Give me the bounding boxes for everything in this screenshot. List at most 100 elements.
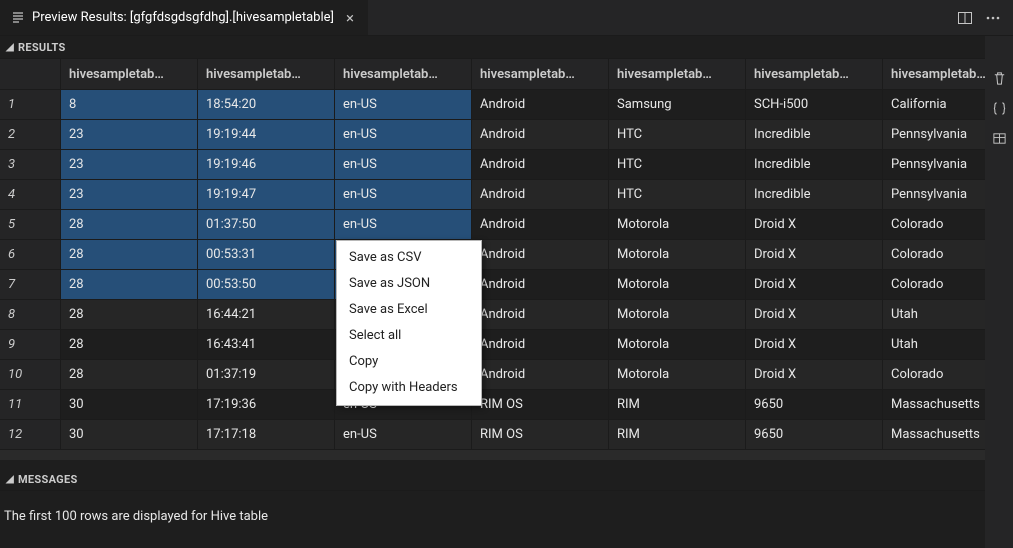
table-row[interactable]: 42319:19:47en-USAndroidHTCIncrediblePenn… [0, 180, 985, 210]
column-header[interactable]: hivesampletab… [472, 59, 609, 90]
table-cell[interactable]: 00:53:50 [198, 270, 335, 300]
table-row[interactable]: 62800:53:31en-USAndroidMotorolaDroid XCo… [0, 240, 985, 270]
table-cell[interactable]: Android [472, 270, 609, 300]
table-row[interactable]: 102801:37:19en-USAndroidMotorolaDroid XC… [0, 360, 985, 390]
table-cell[interactable]: en-US [335, 180, 472, 210]
table-row[interactable]: 22319:19:44en-USAndroidHTCIncrediblePenn… [0, 120, 985, 150]
table-cell[interactable]: Colorado [883, 210, 986, 240]
row-number[interactable]: 7 [0, 270, 61, 300]
rownum-header[interactable] [0, 59, 61, 90]
table-cell[interactable]: Utah [883, 330, 986, 360]
context-menu-item[interactable]: Copy with Headers [337, 375, 481, 401]
table-cell[interactable]: Colorado [883, 240, 986, 270]
table-row[interactable]: 82816:44:21en-USAndroidMotorolaDroid XUt… [0, 300, 985, 330]
table-cell[interactable]: 28 [61, 270, 198, 300]
context-menu-item[interactable]: Select all [337, 323, 481, 349]
table-cell[interactable]: Pennsylvania [883, 180, 986, 210]
table-cell[interactable]: Motorola [609, 240, 746, 270]
table-cell[interactable]: Incredible [746, 180, 883, 210]
active-tab[interactable]: Preview Results: [gfgfdsgdsgfdhg].[hives… [0, 0, 369, 35]
table-cell[interactable]: Massachusetts [883, 390, 986, 420]
column-header[interactable]: hivesampletab… [61, 59, 198, 90]
table-cell[interactable]: Pennsylvania [883, 150, 986, 180]
table-cell[interactable]: 01:37:50 [198, 210, 335, 240]
split-editor-icon[interactable] [951, 4, 979, 32]
table-cell[interactable]: Pennsylvania [883, 120, 986, 150]
table-cell[interactable]: 19:19:46 [198, 150, 335, 180]
row-number[interactable]: 6 [0, 240, 61, 270]
row-number[interactable]: 1 [0, 90, 61, 120]
column-header[interactable]: hivesampletab… [746, 59, 883, 90]
table-cell[interactable]: Motorola [609, 330, 746, 360]
table-cell[interactable]: Android [472, 300, 609, 330]
row-number[interactable]: 3 [0, 150, 61, 180]
table-cell[interactable]: Colorado [883, 270, 986, 300]
row-number[interactable]: 11 [0, 390, 61, 420]
table-cell[interactable]: Droid X [746, 360, 883, 390]
table-cell[interactable]: 19:19:47 [198, 180, 335, 210]
messages-section-header[interactable]: ◢ MESSAGES [0, 468, 985, 491]
table-cell[interactable]: 30 [61, 420, 198, 450]
row-number[interactable]: 2 [0, 120, 61, 150]
table-cell[interactable]: en-US [335, 150, 472, 180]
table-cell[interactable]: Android [472, 120, 609, 150]
table-row[interactable]: 123017:17:18en-USRIM OSRIM9650Massachuse… [0, 420, 985, 450]
table-row[interactable]: 32319:19:46en-USAndroidHTCIncrediblePenn… [0, 150, 985, 180]
more-actions-icon[interactable] [979, 4, 1007, 32]
table-cell[interactable]: en-US [335, 420, 472, 450]
table-cell[interactable]: 8 [61, 90, 198, 120]
table-cell[interactable]: Motorola [609, 270, 746, 300]
row-number[interactable]: 8 [0, 300, 61, 330]
table-row[interactable]: 1818:54:20en-USAndroidSamsungSCH-i500Cal… [0, 90, 985, 120]
table-cell[interactable]: en-US [335, 120, 472, 150]
close-icon[interactable]: × [342, 10, 358, 26]
table-cell[interactable]: HTC [609, 120, 746, 150]
table-cell[interactable]: Massachusetts [883, 420, 986, 450]
row-number[interactable]: 5 [0, 210, 61, 240]
table-cell[interactable]: Droid X [746, 210, 883, 240]
table-row[interactable]: 113017:19:36en-USRIM OSRIM9650Massachuse… [0, 390, 985, 420]
table-cell[interactable]: 01:37:19 [198, 360, 335, 390]
table-cell[interactable]: 9650 [746, 390, 883, 420]
table-cell[interactable]: RIM [609, 390, 746, 420]
table-cell[interactable]: 28 [61, 210, 198, 240]
column-header[interactable]: hivesampletab… [335, 59, 472, 90]
table-cell[interactable]: Android [472, 90, 609, 120]
table-cell[interactable]: SCH-i500 [746, 90, 883, 120]
row-number[interactable]: 10 [0, 360, 61, 390]
trash-icon[interactable] [987, 66, 1011, 90]
table-cell[interactable]: 23 [61, 150, 198, 180]
table-cell[interactable]: en-US [335, 210, 472, 240]
table-cell[interactable]: Incredible [746, 120, 883, 150]
column-header[interactable]: hivesampletab… [198, 59, 335, 90]
table-cell[interactable]: Android [472, 330, 609, 360]
table-cell[interactable]: Motorola [609, 210, 746, 240]
table-cell[interactable]: Android [472, 150, 609, 180]
table-row[interactable]: 72800:53:50en-USAndroidMotorolaDroid XCo… [0, 270, 985, 300]
table-cell[interactable]: 00:53:31 [198, 240, 335, 270]
horizontal-scrollbar[interactable] [0, 450, 985, 460]
table-cell[interactable]: 23 [61, 180, 198, 210]
table-cell[interactable]: 30 [61, 390, 198, 420]
context-menu-item[interactable]: Save as JSON [337, 271, 481, 297]
json-icon[interactable] [987, 96, 1011, 120]
table-cell[interactable]: 16:43:41 [198, 330, 335, 360]
table-cell[interactable]: 9650 [746, 420, 883, 450]
table-cell[interactable]: Droid X [746, 270, 883, 300]
table-cell[interactable]: Motorola [609, 360, 746, 390]
table-cell[interactable]: 17:17:18 [198, 420, 335, 450]
table-cell[interactable]: 28 [61, 300, 198, 330]
table-cell[interactable]: RIM [609, 420, 746, 450]
table-cell[interactable]: RIM OS [472, 420, 609, 450]
context-menu-item[interactable]: Save as CSV [337, 245, 481, 271]
table-cell[interactable]: Motorola [609, 300, 746, 330]
table-cell[interactable]: Utah [883, 300, 986, 330]
table-row[interactable]: 52801:37:50en-USAndroidMotorolaDroid XCo… [0, 210, 985, 240]
row-number[interactable]: 9 [0, 330, 61, 360]
table-cell[interactable]: HTC [609, 180, 746, 210]
table-cell[interactable]: 19:19:44 [198, 120, 335, 150]
table-cell[interactable]: Android [472, 180, 609, 210]
table-cell[interactable]: en-US [335, 90, 472, 120]
table-row[interactable]: 92816:43:41en-USAndroidMotorolaDroid XUt… [0, 330, 985, 360]
row-number[interactable]: 4 [0, 180, 61, 210]
